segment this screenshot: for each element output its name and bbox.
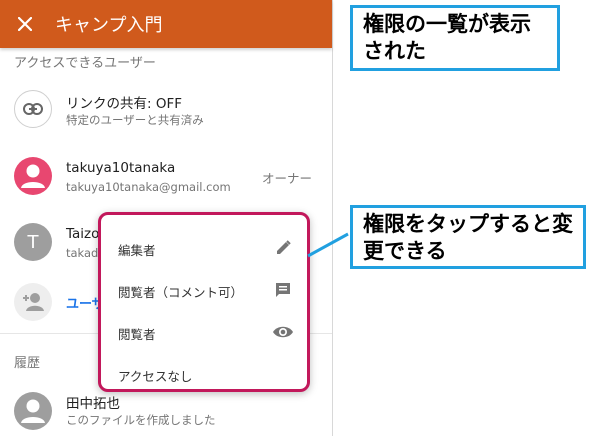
pencil-icon (271, 236, 295, 260)
add-person-icon (14, 283, 52, 321)
callout-middle: 権限をタップすると変更できる (350, 205, 586, 269)
menu-item-label: 閲覧者（コメント可） (118, 285, 244, 300)
owner-name: takuya10tanaka (66, 160, 176, 176)
close-button[interactable] (13, 12, 37, 36)
menu-item-editor[interactable]: 編集者 (101, 228, 307, 268)
callout-top: 権限の一覧が表示された (350, 5, 560, 71)
menu-item-label: アクセスなし (118, 369, 193, 384)
permission-menu: 編集者 閲覧者（コメント可） 閲覧者 アクセスなし (98, 212, 310, 392)
history-action: このファイルを作成しました (66, 413, 216, 427)
avatar (14, 392, 52, 430)
owner-email: takuya10tanaka@gmail.com (66, 180, 231, 194)
person-icon (21, 399, 45, 423)
history-section-heading: 履歴 (14, 356, 41, 371)
link-share-subtitle: 特定のユーザーと共有済み (66, 113, 204, 127)
app-bar: キャンプ入門 (0, 0, 332, 48)
history-row: 田中拓也 このファイルを作成しました (0, 390, 332, 436)
history-user-name: 田中拓也 (66, 396, 120, 412)
avatar (14, 157, 52, 195)
comment-icon (271, 278, 295, 302)
menu-item-no-access[interactable]: アクセスなし (101, 354, 307, 394)
user-row-owner[interactable]: takuya10tanaka takuya10tanaka@gmail.com … (0, 154, 332, 200)
link-share-row[interactable]: リンクの共有: OFF 特定のユーザーと共有済み (0, 88, 332, 136)
app-title: キャンプ入門 (55, 15, 163, 36)
second-user-email: takad (66, 246, 99, 260)
second-user-name: Taizo (66, 226, 100, 242)
owner-role: オーナー (261, 171, 312, 186)
menu-item-label: 編集者 (118, 243, 156, 258)
person-icon (21, 164, 45, 188)
menu-item-commenter[interactable]: 閲覧者（コメント可） (101, 270, 307, 310)
close-icon (18, 17, 32, 31)
eye-icon (271, 320, 295, 344)
access-section-heading: アクセスできるユーザー (14, 56, 156, 71)
avatar: T (14, 223, 52, 261)
link-share-title: リンクの共有: OFF (66, 96, 182, 112)
phone-screen: キャンプ入門 アクセスできるユーザー リンクの共有: OFF 特定のユーザーと共… (0, 0, 333, 436)
menu-item-viewer[interactable]: 閲覧者 (101, 312, 307, 352)
link-icon (14, 90, 52, 128)
menu-item-label: 閲覧者 (118, 327, 156, 342)
